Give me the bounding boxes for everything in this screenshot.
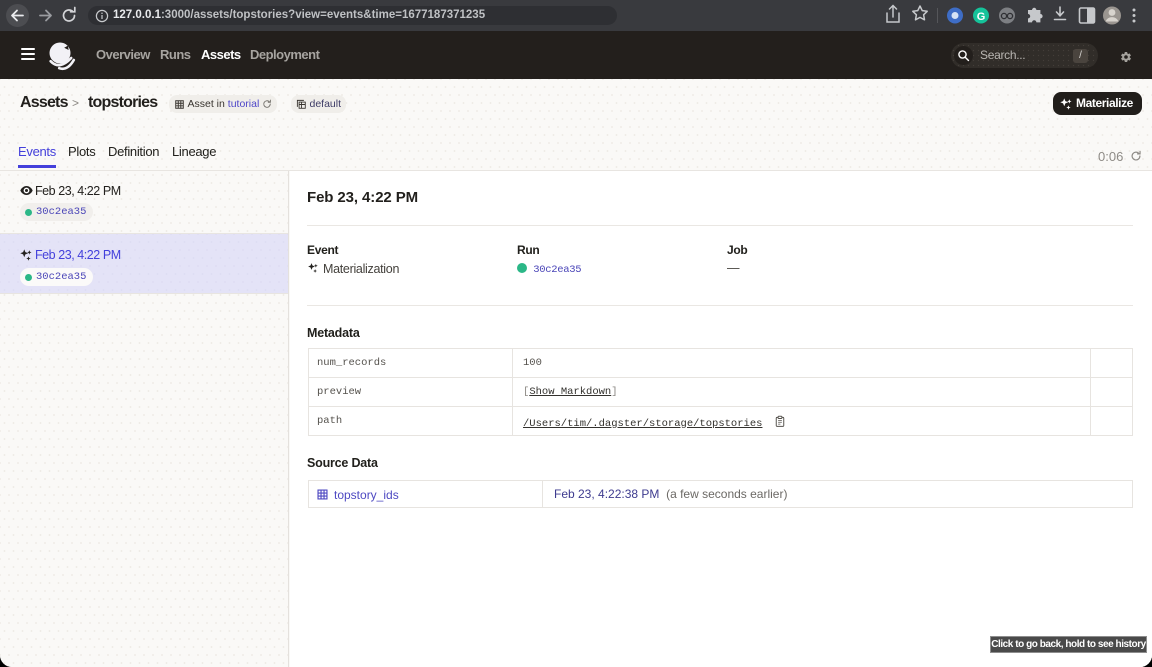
svg-text:G: G (977, 11, 986, 23)
